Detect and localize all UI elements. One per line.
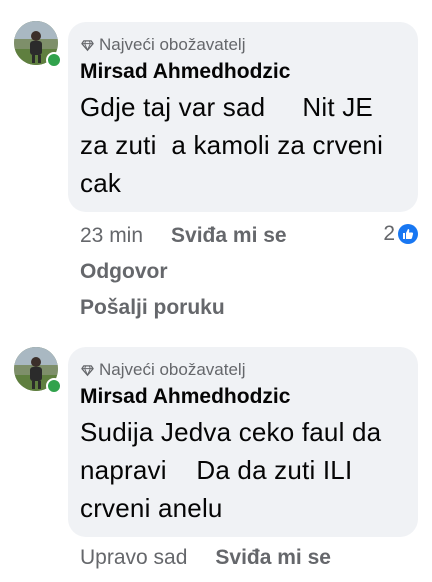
badge-label: Najveći obožavatelj [99,360,246,379]
comment: Najveći obožavatelj Mirsad Ahmedhodzic G… [0,0,432,340]
like-button[interactable]: Sviđa mi se [171,224,287,248]
comment-text: Gdje taj var sad Nit JE za zuti a kamoli… [80,92,391,198]
comment-timestamp[interactable]: Upravo sad [80,546,187,570]
comment: Najveći obožavatelj Mirsad Ahmedhodzic S… [0,340,432,582]
top-fan-badge: Najveći obožavatelj [80,34,404,56]
diamond-icon [81,39,94,51]
send-message-button[interactable]: Pošalji poruku [80,293,225,323]
comment-bubble[interactable]: Najveći obožavatelj Mirsad Ahmedhodzic G… [68,22,418,212]
like-button[interactable]: Sviđa mi se [215,546,331,570]
like-icon [398,224,418,244]
reaction-count[interactable]: 2 [383,222,418,246]
comment-actions: 23 min Sviđa mi se [80,221,418,251]
comment-timestamp[interactable]: 23 min [80,224,143,248]
online-status-dot [46,378,62,394]
reply-button[interactable]: Odgovor [80,257,168,287]
diamond-icon [81,364,94,376]
comment-author[interactable]: Mirsad Ahmedhodzic [80,58,404,86]
comment-text: Sudija Jedva ceko faul da napravi Da da … [80,417,389,523]
reaction-count-value: 2 [383,222,395,245]
online-status-dot [46,52,62,68]
badge-label: Najveći obožavatelj [99,35,246,54]
top-fan-badge: Najveći obožavatelj [80,359,404,381]
comment-actions: Upravo sad Sviđa mi se [80,543,418,573]
comment-author[interactable]: Mirsad Ahmedhodzic [80,383,404,411]
comment-bubble[interactable]: Najveći obožavatelj Mirsad Ahmedhodzic S… [68,347,418,537]
